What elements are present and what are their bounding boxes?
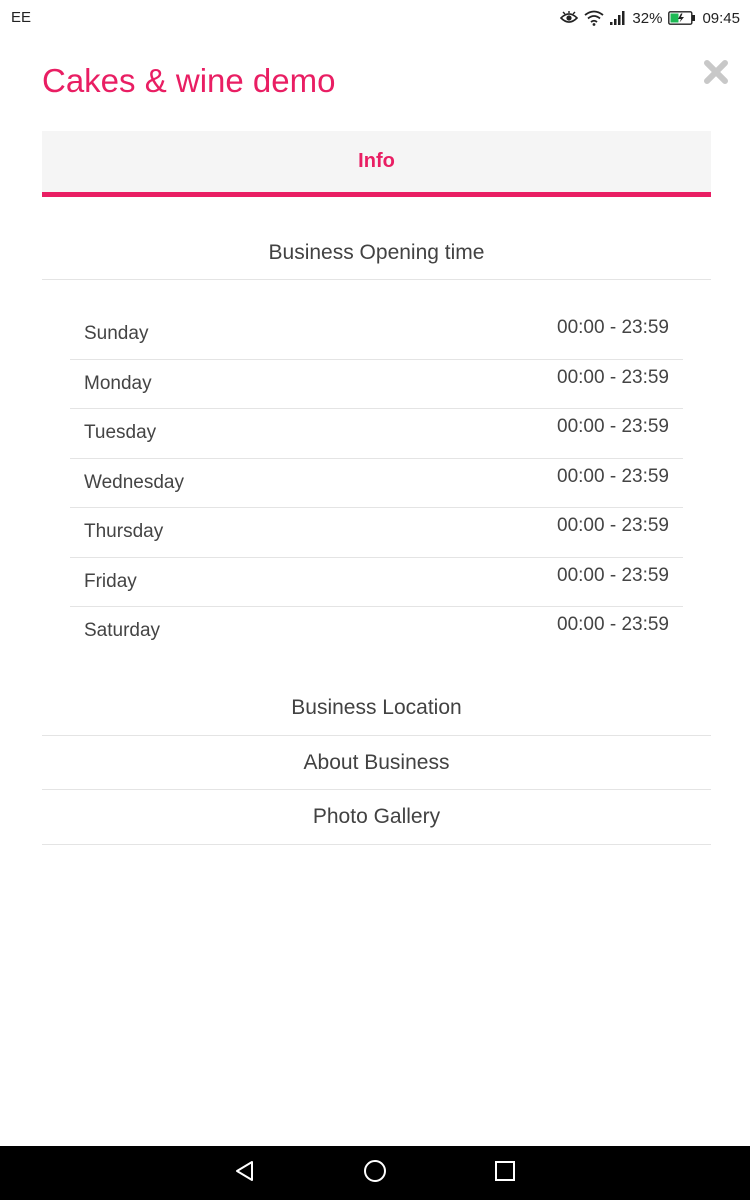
about-business-link[interactable]: About Business: [42, 736, 711, 790]
hours-value: 00:00 - 23:59: [557, 564, 669, 586]
nav-back-button[interactable]: [230, 1158, 260, 1188]
hours-row-tuesday: Tuesday 00:00 - 23:59: [70, 409, 683, 459]
hours-value: 00:00 - 23:59: [557, 614, 669, 635]
nav-recent-apps-button[interactable]: [490, 1158, 520, 1188]
day-label: Thursday: [84, 521, 164, 542]
carrier-name: EE: [11, 9, 32, 26]
hours-row-friday: Friday 00:00 - 23:59: [70, 558, 683, 607]
close-icon: [703, 59, 729, 90]
day-label: Friday: [84, 570, 137, 592]
hours-value: 00:00 - 23:59: [557, 317, 669, 338]
signal-icon: [610, 11, 626, 25]
tab-info[interactable]: Info: [42, 131, 711, 192]
app-screen: EE 32% 09:45 Cakes & wine demo Info Busi…: [0, 0, 750, 1200]
day-label: Tuesday: [84, 422, 157, 443]
page-title: Cakes & wine demo: [42, 62, 336, 99]
system-nav-bar: [0, 1146, 750, 1200]
status-bar: EE 32% 09:45: [0, 0, 750, 36]
clock: 09:45: [702, 9, 740, 27]
battery-charging-icon: [668, 11, 696, 25]
day-label: Saturday: [84, 620, 161, 641]
back-triangle-icon: [233, 1159, 257, 1188]
hours-value: 00:00 - 23:59: [557, 366, 669, 388]
status-icons: 32% 09:45: [560, 6, 740, 30]
day-label: Wednesday: [84, 471, 184, 493]
hours-row-sunday: Sunday 00:00 - 23:59: [70, 310, 683, 360]
opening-hours-list: Sunday 00:00 - 23:59 Monday 00:00 - 23:5…: [70, 310, 683, 657]
hours-row-wednesday: Wednesday 00:00 - 23:59: [70, 459, 683, 508]
wifi-icon: [584, 10, 604, 26]
battery-percent: 32%: [632, 9, 663, 27]
eye-comfort-icon: [560, 11, 579, 25]
hours-value: 00:00 - 23:59: [557, 416, 669, 437]
home-circle-icon: [362, 1158, 388, 1189]
hours-row-thursday: Thursday 00:00 - 23:59: [70, 508, 683, 558]
nav-home-button[interactable]: [360, 1158, 390, 1188]
recent-apps-square-icon: [493, 1159, 517, 1188]
tab-bar: Info: [42, 131, 711, 197]
day-label: Sunday: [84, 323, 149, 344]
hours-row-saturday: Saturday 00:00 - 23:59: [70, 607, 683, 657]
hours-value: 00:00 - 23:59: [557, 515, 669, 536]
opening-time-heading: Business Opening time: [42, 226, 711, 280]
hours-row-monday: Monday 00:00 - 23:59: [70, 360, 683, 409]
day-label: Monday: [84, 372, 152, 394]
close-button[interactable]: [700, 58, 732, 90]
business-location-link[interactable]: Business Location: [42, 681, 711, 736]
photo-gallery-link[interactable]: Photo Gallery: [42, 790, 711, 845]
hours-value: 00:00 - 23:59: [557, 465, 669, 487]
